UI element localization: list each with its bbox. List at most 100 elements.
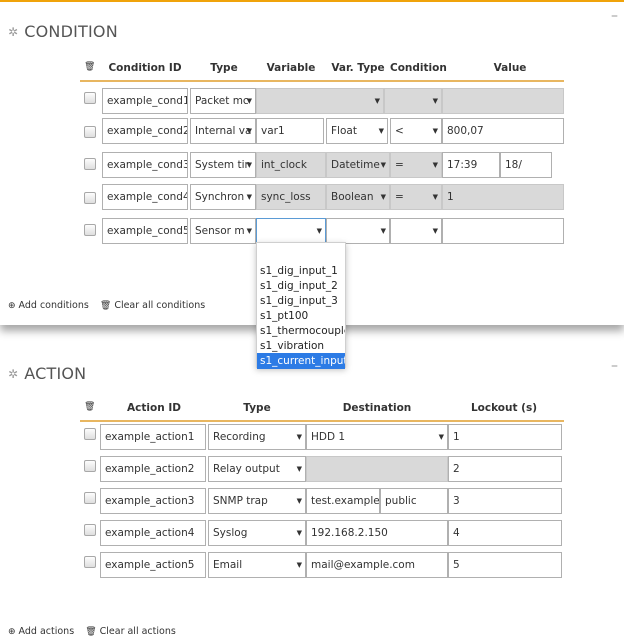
- condition-select[interactable]: ▼: [390, 218, 442, 244]
- dropdown-option[interactable]: s1_dig_input_1: [257, 263, 345, 279]
- caret-down-icon: ▼: [246, 127, 252, 135]
- type-select[interactable]: Packet mc ▼: [190, 88, 256, 114]
- header-divider: [80, 420, 564, 422]
- condition-select[interactable]: = ▼: [390, 184, 442, 210]
- dropdown-option[interactable]: s1_thermocouple: [257, 323, 345, 339]
- var-type-select[interactable]: Boolean ▼: [326, 184, 390, 210]
- type-select[interactable]: Synchron ▼: [190, 184, 256, 210]
- destination-field[interactable]: 192.168.2.150: [306, 520, 448, 546]
- row-checkbox[interactable]: [84, 460, 96, 472]
- action-id-field[interactable]: example_action1: [100, 424, 206, 450]
- minimize-condition-button[interactable]: –: [611, 8, 618, 24]
- variable-select[interactable]: ▼: [256, 88, 384, 114]
- caret-down-icon: ▼: [296, 529, 302, 537]
- dropdown-option[interactable]: s1_pt100: [257, 308, 345, 324]
- caret-down-icon: ▼: [438, 433, 444, 441]
- lockout-field[interactable]: 5: [448, 552, 562, 578]
- condition-select[interactable]: < ▼: [390, 118, 442, 144]
- caret-down-icon: ▼: [432, 97, 438, 105]
- var-type-select[interactable]: Datetime ▼: [326, 152, 390, 178]
- value-date-field[interactable]: 18/: [500, 152, 552, 178]
- caret-down-icon: ▼: [246, 227, 252, 235]
- value-field[interactable]: 800,07: [442, 118, 564, 144]
- row-checkbox[interactable]: [84, 126, 96, 138]
- add-conditions-button[interactable]: ⊕ Add conditions: [8, 300, 89, 311]
- header-destination: Destination: [342, 402, 412, 414]
- lockout-field[interactable]: 3: [448, 488, 562, 514]
- type-select[interactable]: Internal va ▼: [190, 118, 256, 144]
- type-select[interactable]: System tir ▼: [190, 152, 256, 178]
- destination-field[interactable]: mail@example.com: [306, 552, 448, 578]
- header-divider: [80, 80, 564, 82]
- variable-field[interactable]: int_clock: [256, 152, 326, 178]
- variable-select[interactable]: ▼: [256, 218, 326, 244]
- caret-down-icon: ▼: [296, 561, 302, 569]
- row-checkbox[interactable]: [84, 492, 96, 504]
- header-condition-id: Condition ID: [108, 62, 182, 74]
- variable-dropdown-list: s1_dig_input_1 s1_dig_input_2 s1_dig_inp…: [256, 242, 346, 369]
- action-type-select[interactable]: Email ▼: [208, 552, 306, 578]
- trash-icon[interactable]: 🗑: [84, 62, 95, 72]
- action-panel-title[interactable]: ✲ ACTION: [8, 364, 86, 383]
- destination-host-field[interactable]: test.example: [306, 488, 380, 514]
- condition-select[interactable]: = ▼: [390, 152, 442, 178]
- condition-id-field[interactable]: example_cond3: [102, 152, 188, 178]
- row-checkbox[interactable]: [84, 224, 96, 236]
- value-field[interactable]: [442, 218, 564, 244]
- var-type-select[interactable]: Float ▼: [326, 118, 388, 144]
- header-type: Type: [243, 402, 271, 414]
- caret-down-icon: ▼: [296, 433, 302, 441]
- dropdown-option[interactable]: s1_vibration: [257, 338, 345, 354]
- row-checkbox[interactable]: [84, 524, 96, 536]
- caret-down-icon: ▼: [432, 127, 438, 135]
- header-variable: Variable: [266, 62, 316, 74]
- destination-select[interactable]: HDD 1 ▼: [306, 424, 448, 450]
- header-type: Type: [210, 62, 238, 74]
- minimize-action-button[interactable]: –: [611, 358, 618, 374]
- value-field[interactable]: 1: [442, 184, 564, 210]
- destination-community-field[interactable]: public: [380, 488, 448, 514]
- header-action-id: Action ID: [127, 402, 181, 414]
- caret-down-icon: ▼: [296, 497, 302, 505]
- value-time-field[interactable]: 17:39: [442, 152, 500, 178]
- clear-all-conditions-button[interactable]: 🗑 Clear all conditions: [100, 300, 205, 311]
- condition-id-field[interactable]: example_cond2: [102, 118, 188, 144]
- value-field[interactable]: [442, 88, 564, 114]
- action-type-select[interactable]: Syslog ▼: [208, 520, 306, 546]
- clear-all-actions-button[interactable]: 🗑 Clear all actions: [85, 626, 176, 637]
- destination-field[interactable]: [306, 456, 448, 482]
- action-type-select[interactable]: Recording ▼: [208, 424, 306, 450]
- condition-id-field[interactable]: example_cond1: [102, 88, 188, 114]
- trash-icon[interactable]: 🗑: [84, 402, 95, 412]
- row-checkbox[interactable]: [84, 158, 96, 170]
- row-checkbox[interactable]: [84, 192, 96, 204]
- action-id-field[interactable]: example_action2: [100, 456, 206, 482]
- action-type-select[interactable]: Relay output ▼: [208, 456, 306, 482]
- lockout-field[interactable]: 1: [448, 424, 562, 450]
- var-type-select[interactable]: ▼: [326, 218, 390, 244]
- dropdown-option[interactable]: s1_dig_input_2: [257, 278, 345, 294]
- variable-field[interactable]: sync_loss: [256, 184, 326, 210]
- variable-field[interactable]: var1: [256, 118, 324, 144]
- caret-down-icon: ▼: [246, 193, 252, 201]
- caret-down-icon: ▼: [246, 161, 252, 169]
- condition-id-field[interactable]: example_cond4: [102, 184, 188, 210]
- action-id-field[interactable]: example_action5: [100, 552, 206, 578]
- dropdown-option[interactable]: s1_dig_input_3: [257, 293, 345, 309]
- gear-icon: ✲: [8, 367, 19, 381]
- condition-id-field[interactable]: example_cond5: [102, 218, 188, 244]
- action-type-select[interactable]: SNMP trap ▼: [208, 488, 306, 514]
- action-id-field[interactable]: example_action3: [100, 488, 206, 514]
- action-footer: ⊕ Add actions 🗑 Clear all actions: [8, 626, 176, 637]
- action-id-field[interactable]: example_action4: [100, 520, 206, 546]
- lockout-field[interactable]: 4: [448, 520, 562, 546]
- condition-panel-title[interactable]: ✲ CONDITION: [8, 22, 118, 41]
- lockout-field[interactable]: 2: [448, 456, 562, 482]
- dropdown-option-selected[interactable]: s1_current_input: [257, 353, 345, 369]
- add-actions-button[interactable]: ⊕ Add actions: [8, 626, 74, 637]
- row-checkbox[interactable]: [84, 92, 96, 104]
- row-checkbox[interactable]: [84, 556, 96, 568]
- type-select[interactable]: Sensor m ▼: [190, 218, 256, 244]
- condition-select[interactable]: ▼: [384, 88, 442, 114]
- row-checkbox[interactable]: [84, 428, 96, 440]
